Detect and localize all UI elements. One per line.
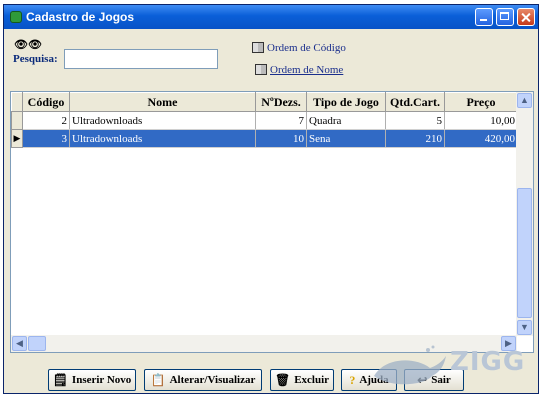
scroll-right-icon[interactable]: ▶ [501, 336, 516, 351]
cell-nome[interactable]: Ultradownloads [69, 111, 256, 130]
cell-dezenas[interactable]: 10 [255, 129, 307, 148]
scroll-up-icon[interactable]: ▲ [517, 93, 532, 108]
help-button[interactable]: ? Ajuda [341, 369, 397, 391]
exit-label: Sair [431, 374, 451, 386]
column-header-qtd[interactable]: Qtd.Cart. [385, 92, 445, 112]
order-by-code-label: Ordem de Código [267, 42, 346, 54]
order-by-name-link[interactable]: Ordem de Nome [255, 64, 343, 76]
column-header-codigo[interactable]: Código [22, 92, 70, 112]
vertical-scroll-thumb[interactable] [517, 188, 532, 318]
book-icon [252, 42, 264, 53]
trash-icon: 🗑 [274, 372, 291, 387]
order-by-name-label: Ordem de Nome [270, 64, 344, 76]
scroll-down-icon[interactable]: ▼ [517, 320, 532, 335]
new-record-icon: 🗒 [52, 372, 68, 387]
exit-icon: ↩ [417, 372, 428, 387]
search-input[interactable] [64, 49, 218, 69]
main-window: Cadastro de Jogos 👁👁 Pesquisa: Ordem de … [3, 4, 539, 394]
minimize-button[interactable] [475, 8, 493, 26]
help-label: Ajuda [359, 374, 389, 386]
edit-icon: 📋 [150, 372, 166, 387]
table-row-selected[interactable]: ▶ 3 Ultradownloads 10 Sena 210 420,00 [11, 129, 518, 148]
table-row[interactable]: 2 Ultradownloads 7 Quadra 5 10,00 [11, 111, 518, 130]
vertical-scrollbar[interactable]: ▲ ▼ [516, 92, 533, 336]
window-title: Cadastro de Jogos [26, 10, 135, 24]
cell-codigo[interactable]: 3 [22, 129, 70, 148]
insert-new-button[interactable]: 🗒 Inserir Novo [48, 369, 136, 391]
exit-button[interactable]: ↩ Sair [404, 369, 464, 391]
row-pointer-icon[interactable]: ▶ [11, 129, 23, 148]
header-row: Código Nome NºDezs. Tipo de Jogo Qtd.Car… [11, 92, 518, 112]
book-icon [255, 64, 267, 75]
cell-tipo[interactable]: Sena [306, 129, 386, 148]
question-icon: ? [349, 372, 356, 387]
close-button[interactable] [517, 8, 535, 26]
cell-preco[interactable]: 10,00 [444, 111, 518, 130]
edit-view-button[interactable]: 📋 Alterar/Visualizar [144, 369, 262, 391]
app-icon [10, 11, 22, 23]
edit-view-label: Alterar/Visualizar [169, 374, 256, 386]
games-grid[interactable]: Código Nome NºDezs. Tipo de Jogo Qtd.Car… [10, 91, 534, 353]
column-header-preco[interactable]: Preço [444, 92, 518, 112]
horizontal-scrollbar[interactable]: ◀ ▶ [11, 335, 517, 352]
column-header-dezenas[interactable]: NºDezs. [255, 92, 307, 112]
scroll-left-icon[interactable]: ◀ [12, 336, 27, 351]
cell-nome[interactable]: Ultradownloads [69, 129, 256, 148]
row-indicator-header [11, 92, 23, 112]
cell-tipo[interactable]: Quadra [306, 111, 386, 130]
cell-preco[interactable]: 420,00 [444, 129, 518, 148]
cell-qtd[interactable]: 5 [385, 111, 445, 130]
column-header-tipo[interactable]: Tipo de Jogo [306, 92, 386, 112]
cell-codigo[interactable]: 2 [22, 111, 70, 130]
games-table: Código Nome NºDezs. Tipo de Jogo Qtd.Car… [11, 92, 518, 148]
row-indicator[interactable] [11, 111, 23, 130]
cell-qtd[interactable]: 210 [385, 129, 445, 148]
cell-dezenas[interactable]: 7 [255, 111, 307, 130]
delete-label: Excluir [294, 374, 330, 386]
insert-new-label: Inserir Novo [71, 374, 132, 386]
horizontal-scroll-thumb[interactable] [28, 336, 46, 351]
column-header-nome[interactable]: Nome [69, 92, 256, 112]
order-by-code-link[interactable]: Ordem de Código [252, 42, 346, 54]
delete-button[interactable]: 🗑 Excluir [270, 369, 334, 391]
maximize-button[interactable] [496, 8, 514, 26]
title-bar[interactable]: Cadastro de Jogos [4, 5, 538, 29]
search-label: Pesquisa: [13, 53, 58, 65]
binoculars-icon: 👁👁 [14, 39, 42, 51]
